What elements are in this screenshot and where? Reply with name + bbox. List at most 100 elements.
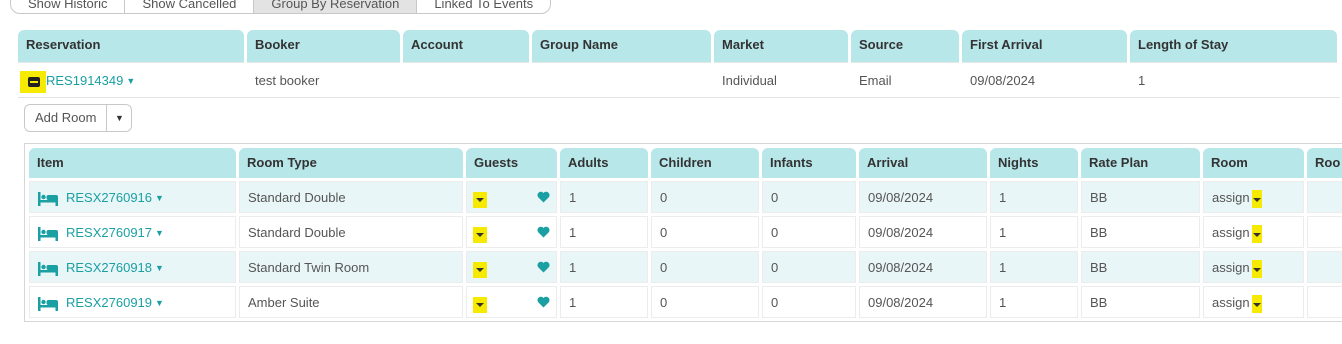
header-children[interactable]: Children (651, 148, 759, 178)
heart-icon[interactable] (537, 261, 550, 273)
caret-down-icon[interactable]: ▼ (126, 76, 135, 86)
header-market[interactable]: Market (714, 30, 848, 62)
header-adults[interactable]: Adults (560, 148, 648, 178)
tab-show-cancelled[interactable]: Show Cancelled (124, 0, 255, 14)
tab-show-historic[interactable]: Show Historic (10, 0, 126, 14)
cell-adults: 1 (560, 251, 648, 283)
item-link[interactable]: RESX2760916 (66, 190, 152, 205)
caret-down-icon[interactable]: ▼ (155, 298, 164, 308)
cell-rate-plan: BB (1081, 216, 1200, 248)
room-assign-dropdown[interactable] (1251, 294, 1262, 313)
cell-infants: 0 (762, 181, 856, 213)
reservation-table: Reservation Booker Account Group Name Ma… (18, 30, 1340, 98)
guests-dropdown[interactable] (473, 297, 487, 313)
cell-room-type: Standard Twin Room (239, 251, 463, 283)
cell-rate-plan: BB (1081, 286, 1200, 318)
cell-item: RESX2760919 ▼ (29, 286, 236, 318)
tab-linked-to-events[interactable]: Linked To Events (416, 0, 552, 14)
cell-first-arrival: 09/08/2024 (962, 62, 1127, 97)
room-assign-dropdown[interactable] (1251, 189, 1262, 208)
guests-dropdown[interactable] (473, 192, 487, 208)
bed-icon (38, 296, 58, 311)
reservation-header-row: Reservation Booker Account Group Name Ma… (18, 30, 1340, 62)
cell-guests (466, 251, 557, 283)
cell-guests (466, 181, 557, 213)
item-link[interactable]: RESX2760919 (66, 295, 152, 310)
room-assign-label[interactable]: assign (1212, 260, 1250, 275)
cell-room: assign (1203, 216, 1304, 248)
add-room-button[interactable]: Add Room (25, 105, 108, 131)
cell-room-extra (1307, 216, 1342, 248)
header-rate-plan[interactable]: Rate Plan (1081, 148, 1200, 178)
cell-children: 0 (651, 251, 759, 283)
bed-icon (38, 226, 58, 241)
caret-down-icon[interactable]: ▼ (155, 193, 164, 203)
room-assign-dropdown[interactable] (1251, 224, 1262, 243)
cell-item: RESX2760917 ▼ (29, 216, 236, 248)
cell-nights: 1 (990, 251, 1078, 283)
caret-down-icon[interactable]: ▼ (155, 228, 164, 238)
collapse-icon[interactable] (20, 70, 46, 93)
reservation-link[interactable]: RES1914349 (46, 73, 123, 88)
cell-infants: 0 (762, 216, 856, 248)
header-nights[interactable]: Nights (990, 148, 1078, 178)
reservation-row: RES1914349 ▼ test booker Individual Email… (18, 62, 1340, 98)
cell-room: assign (1203, 181, 1304, 213)
bed-icon (38, 191, 58, 206)
bed-icon (38, 261, 58, 276)
room-assign-dropdown[interactable] (1251, 259, 1262, 278)
item-row: RESX2760916 ▼ Standard Double 1 0 0 09/08… (29, 181, 1342, 213)
view-tabs: Show Historic Show Cancelled Group By Re… (10, 0, 552, 14)
header-account[interactable]: Account (403, 30, 529, 62)
cell-children: 0 (651, 286, 759, 318)
item-link[interactable]: RESX2760918 (66, 260, 152, 275)
item-row: RESX2760918 ▼ Standard Twin Room 1 0 0 09… (29, 251, 1342, 283)
cell-children: 0 (651, 216, 759, 248)
add-room-dropdown-toggle[interactable]: ▼ (107, 105, 131, 131)
room-assign-label[interactable]: assign (1212, 295, 1250, 310)
header-reservation[interactable]: Reservation (18, 30, 244, 62)
cell-arrival: 09/08/2024 (859, 286, 987, 318)
header-room-type[interactable]: Room Type (239, 148, 463, 178)
header-first-arrival[interactable]: First Arrival (962, 30, 1127, 62)
header-arrival[interactable]: Arrival (859, 148, 987, 178)
cell-rate-plan: BB (1081, 181, 1200, 213)
cell-item: RESX2760918 ▼ (29, 251, 236, 283)
caret-down-icon[interactable]: ▼ (155, 263, 164, 273)
item-row: RESX2760917 ▼ Standard Double 1 0 0 09/08… (29, 216, 1342, 248)
heart-icon[interactable] (537, 296, 550, 308)
room-assign-label[interactable]: assign (1212, 225, 1250, 240)
header-room[interactable]: Room (1203, 148, 1304, 178)
cell-arrival: 09/08/2024 (859, 251, 987, 283)
guests-dropdown[interactable] (473, 227, 487, 243)
header-booker[interactable]: Booker (247, 30, 400, 62)
cell-room-type: Standard Double (239, 181, 463, 213)
cell-booker: test booker (247, 62, 400, 97)
header-room-extra[interactable]: Roo (1307, 148, 1342, 178)
item-link[interactable]: RESX2760917 (66, 225, 152, 240)
header-item[interactable]: Item (29, 148, 236, 178)
header-infants[interactable]: Infants (762, 148, 856, 178)
cell-room-extra (1307, 251, 1342, 283)
cell-length-of-stay: 1 (1130, 62, 1337, 97)
guests-dropdown[interactable] (473, 262, 487, 278)
room-assign-label[interactable]: assign (1212, 190, 1250, 205)
items-header-row: Item Room Type Guests Adults Children In… (29, 148, 1342, 178)
cell-adults: 1 (560, 216, 648, 248)
header-group-name[interactable]: Group Name (532, 30, 711, 62)
cell-rate-plan: BB (1081, 251, 1200, 283)
header-length-of-stay[interactable]: Length of Stay (1130, 30, 1337, 62)
cell-arrival: 09/08/2024 (859, 216, 987, 248)
header-source[interactable]: Source (851, 30, 959, 62)
header-guests[interactable]: Guests (466, 148, 557, 178)
cell-room: assign (1203, 286, 1304, 318)
room-items-panel: Item Room Type Guests Adults Children In… (24, 143, 1342, 322)
cell-nights: 1 (990, 286, 1078, 318)
cell-room-type: Standard Double (239, 216, 463, 248)
heart-icon[interactable] (537, 226, 550, 238)
cell-room-extra (1307, 181, 1342, 213)
cell-children: 0 (651, 181, 759, 213)
tab-group-by-reservation[interactable]: Group By Reservation (253, 0, 418, 14)
heart-icon[interactable] (537, 191, 550, 203)
cell-market: Individual (714, 62, 848, 97)
